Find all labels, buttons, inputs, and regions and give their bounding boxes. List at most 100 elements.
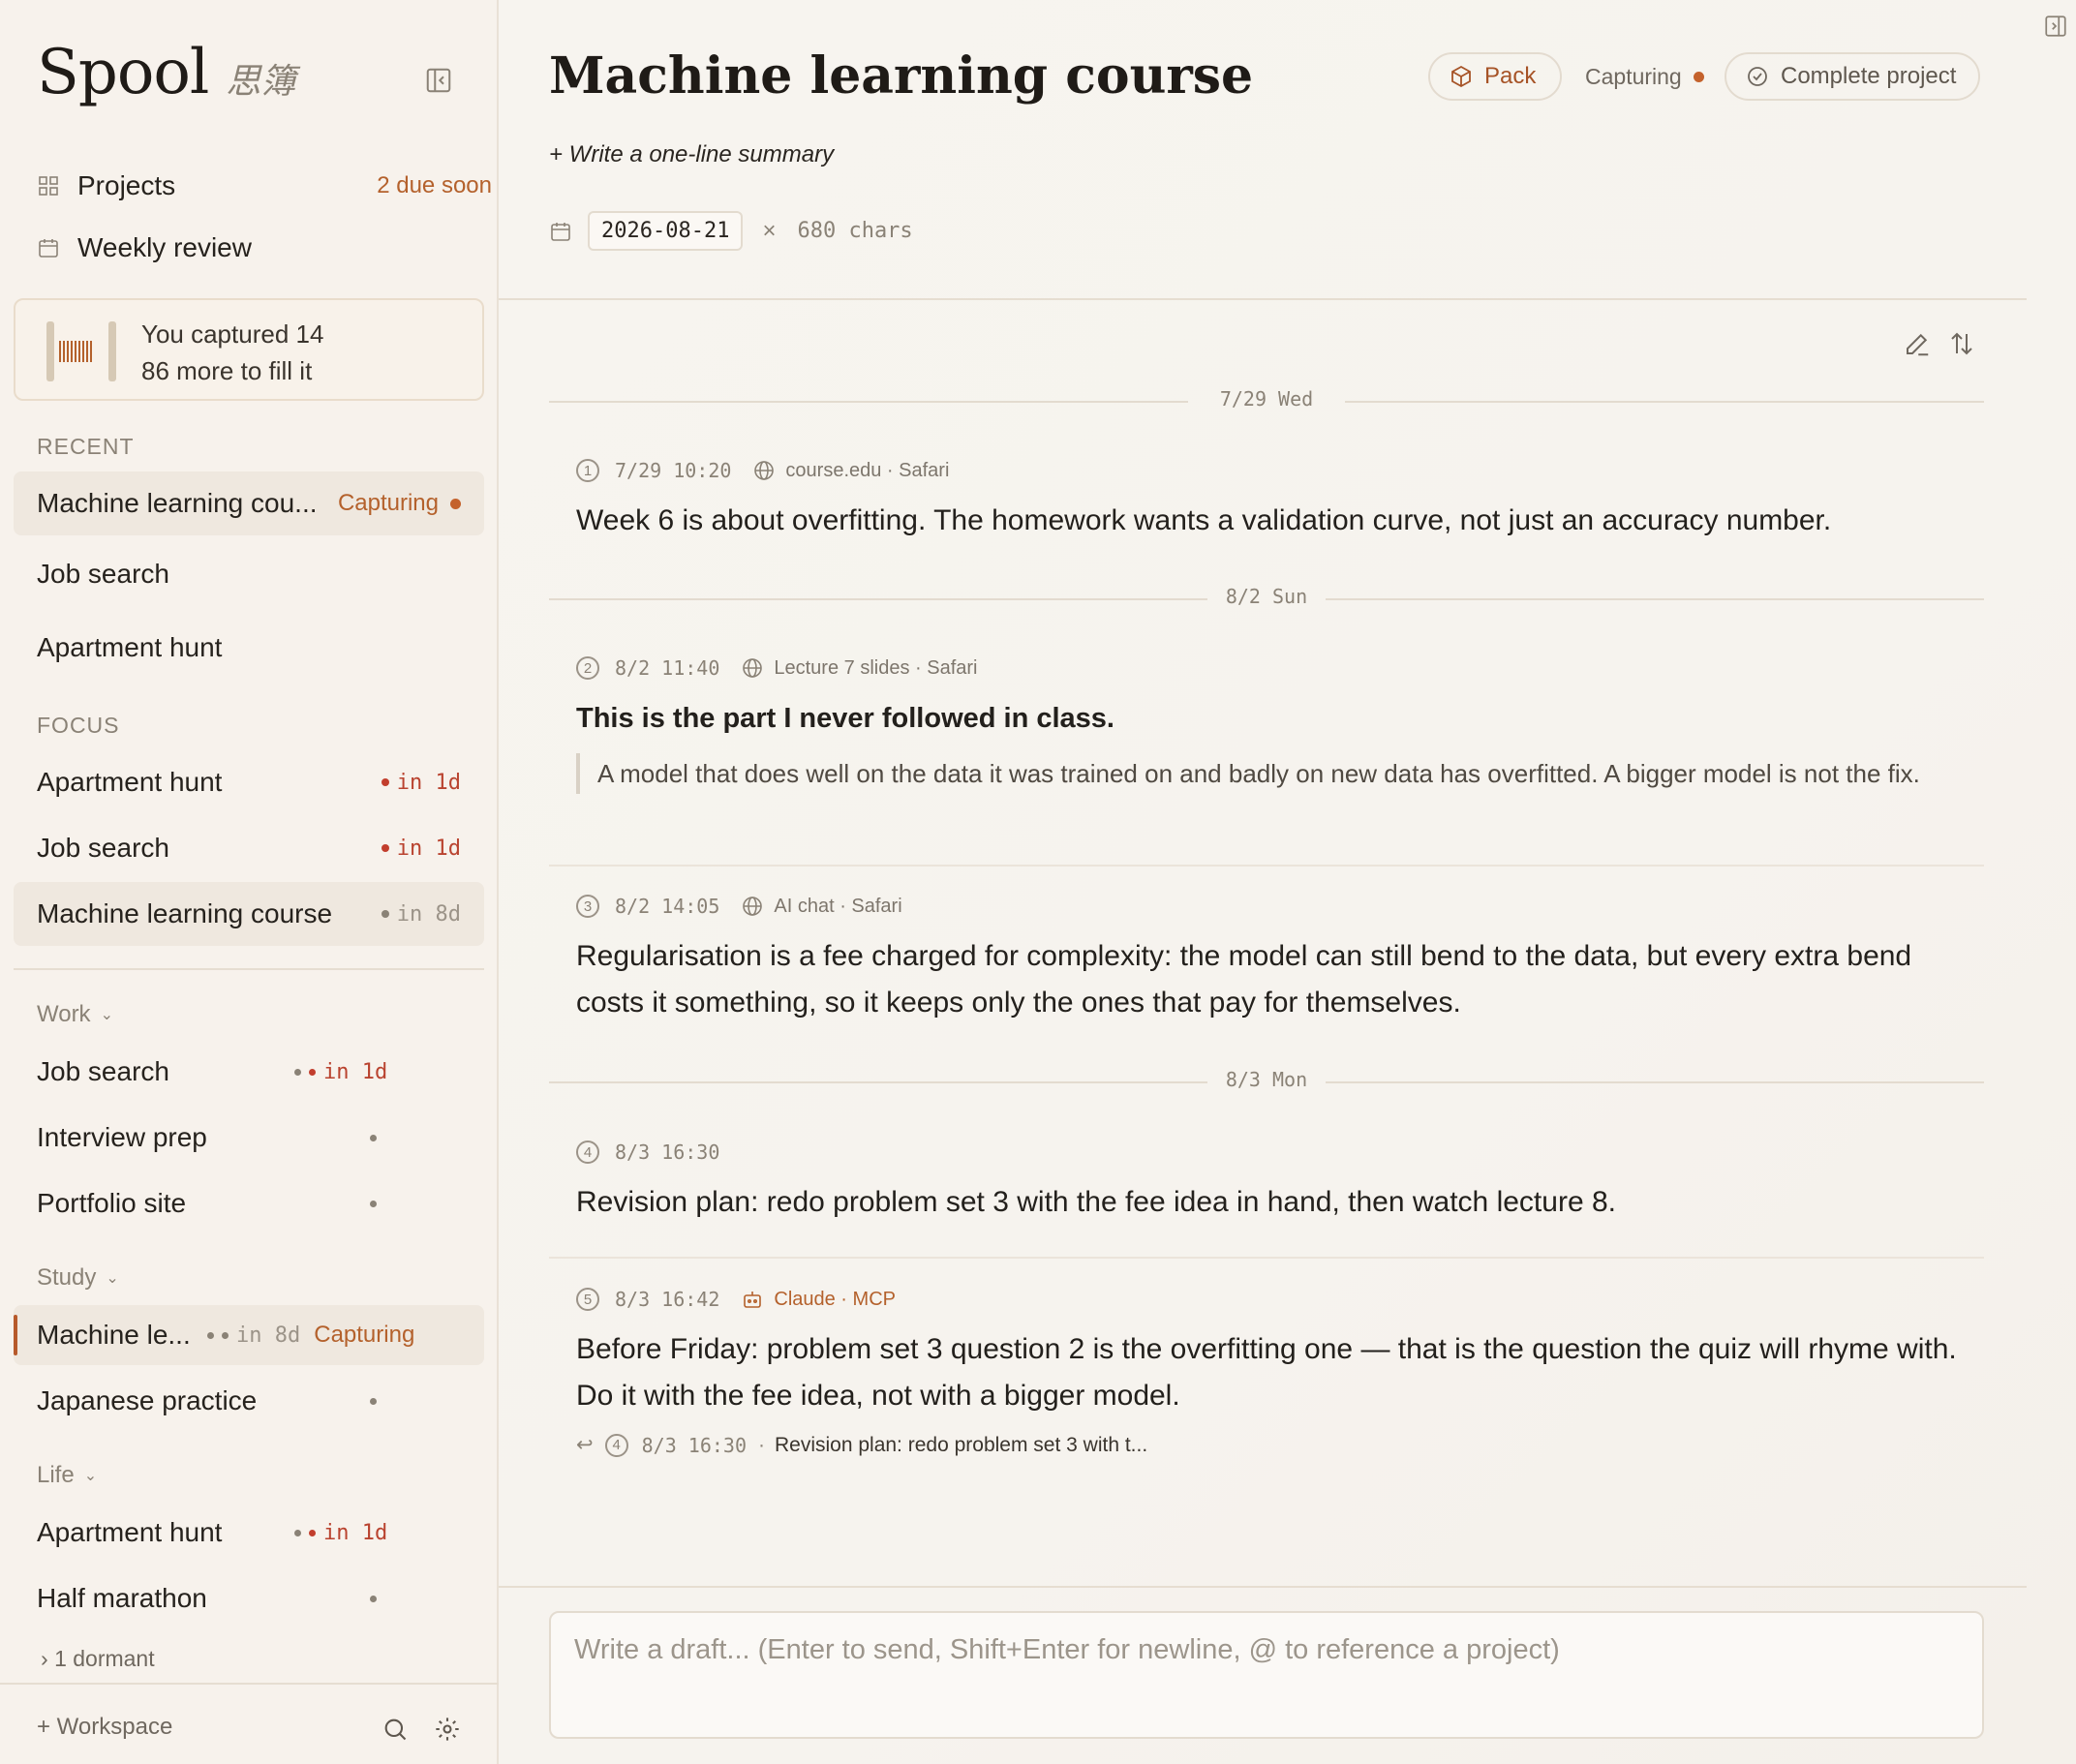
entry-number: 1 [576,459,599,482]
status-dot [294,1529,301,1536]
group-item[interactable]: Portfolio site [14,1173,484,1233]
group-item[interactable]: Machine le... in 8d Capturing [14,1305,484,1365]
recent-item[interactable]: Job search [14,542,484,606]
due-dot [381,778,389,786]
capture-status: Capturing [1585,64,1704,90]
due-indicator: in 1d [294,1060,387,1084]
focus-item[interactable]: Machine learning course in 8d [14,882,484,946]
capture-status-label: Capturing [1585,64,1682,89]
sidebar-footer: + Workspace [0,1683,499,1764]
nav-weekly-review-label: Weekly review [77,232,252,262]
entry-meta: 4 8/3 16:30 [576,1141,741,1164]
globe-icon [743,658,763,678]
focus-item[interactable]: Apartment hunt in 1d [14,750,484,814]
group-item[interactable]: Half marathon [14,1568,484,1628]
nav-projects-label: Projects [77,170,176,200]
entry-divider [549,1257,1984,1259]
complete-project-label: Complete project [1781,63,1957,89]
day-label: 8/2 Sun [1225,585,1308,608]
due-date-field[interactable]: 2026-08-21 [588,211,744,251]
group-item[interactable]: Interview prep [14,1108,484,1168]
divider-line [549,401,1188,403]
entry-meta: 3 8/2 14:05 AI chat · Safari [576,895,902,918]
chevron-down-icon: ⌄ [106,1270,119,1287]
due-label: in 1d [323,1520,388,1545]
write-summary-button[interactable]: + Write a one-line summary [549,141,834,168]
recent-item-label: Job search [37,559,169,589]
globe-icon [754,461,775,480]
due-label: in 8d [396,901,461,927]
focus-item[interactable]: Job search in 1d [14,816,484,880]
reply-reference[interactable]: ↩ 4 8/3 16:30 · Revision plan: redo prob… [576,1433,1147,1457]
entry-meta: 1 7/29 10:20 course.edu · Safari [576,459,949,482]
sort-icon[interactable] [1947,329,1976,358]
due-dot [381,910,389,918]
calendar-icon [551,222,570,241]
due-label: in 1d [323,1059,388,1084]
collapse-sidebar-icon[interactable] [424,66,453,95]
nav-projects[interactable]: Projects 2 due soon [37,170,492,201]
status-dot [207,1331,214,1339]
group-item[interactable]: Apartment hunt in 1d [14,1503,484,1563]
due-label: in 1d [396,836,461,861]
group-item-label: Job search [37,1056,169,1086]
chevron-right-icon: › [41,1646,55,1671]
entry-text: Before Friday: problem set 3 question 2 … [576,1333,1957,1412]
focus-item-label: Job search [37,833,169,863]
due-soon-badge: 2 due soon [377,172,492,198]
entry-time: 8/2 14:05 [615,895,720,918]
group-item-label: Apartment hunt [37,1517,223,1547]
add-workspace-button[interactable]: + Workspace [37,1714,172,1741]
source-label: Lecture 7 slides · Safari [774,656,978,679]
sidebar: Spool 思簿 Projects 2 due soon Weekly revi… [0,0,499,1764]
pack-button[interactable]: Pack [1428,52,1562,101]
status-dot [370,1595,377,1602]
dormant-toggle[interactable]: › 1 dormant [41,1646,155,1672]
check-circle-icon [1748,67,1767,86]
search-icon[interactable] [382,1716,409,1743]
divider-line [549,598,1207,600]
source-label: Claude · MCP [774,1288,896,1310]
capturing-dot [1693,72,1704,82]
status-dot [370,1397,377,1405]
sidebar-divider [14,968,484,970]
draft-input[interactable] [551,1613,1982,1737]
chevron-down-icon: ⌄ [83,1468,98,1484]
brand-name: Spool [37,37,209,108]
toggle-right-panel-icon[interactable] [2043,14,2068,39]
entry-text: Week 6 is about overfitting. The homewor… [576,504,1832,536]
entry-time: 8/3 16:30 [615,1141,720,1164]
day-separator: 8/3 Mon [549,1068,1984,1097]
separator-dot: · [757,1433,765,1456]
reply-snippet: Revision plan: redo problem set 3 with t… [774,1433,1148,1456]
recent-heading: RECENT [37,434,135,459]
spool-reel-icon [46,321,116,381]
source-label: course.edu · Safari [785,459,950,481]
divider-line [1326,598,1984,600]
package-icon [1451,65,1471,88]
focus-heading: FOCUS [37,713,120,738]
clear-date-button[interactable]: × [762,218,776,245]
divider-line [1326,1081,1984,1083]
page-title[interactable]: Machine learning course [549,46,1253,106]
recent-item[interactable]: Machine learning cou... Capturing [14,471,484,535]
edit-icon[interactable] [1903,329,1932,358]
capturing-status: Capturing [314,1322,415,1348]
group-work-toggle[interactable]: Work ⌄ [37,1001,113,1028]
nav-weekly-review[interactable]: Weekly review [37,232,252,263]
group-item[interactable]: Job search in 1d [14,1042,484,1102]
complete-project-button[interactable]: Complete project [1725,52,1980,101]
spool-card-text: You captured 14 86 more to fill it [141,316,323,389]
status-indicator [370,1595,384,1602]
entry-meta: 5 8/3 16:42 Claude · MCP [576,1288,896,1311]
status-dot [370,1200,377,1207]
group-study-toggle[interactable]: Study ⌄ [37,1264,119,1292]
group-life-toggle[interactable]: Life ⌄ [37,1462,97,1489]
group-item[interactable]: Japanese practice [14,1371,484,1431]
entry-quote: A model that does well on the data it wa… [576,753,1961,794]
recent-item[interactable]: Apartment hunt [14,616,484,680]
globe-icon [743,897,763,916]
source-label: AI chat · Safari [774,895,902,917]
gear-icon[interactable] [434,1716,461,1743]
divider-line [549,1081,1207,1083]
